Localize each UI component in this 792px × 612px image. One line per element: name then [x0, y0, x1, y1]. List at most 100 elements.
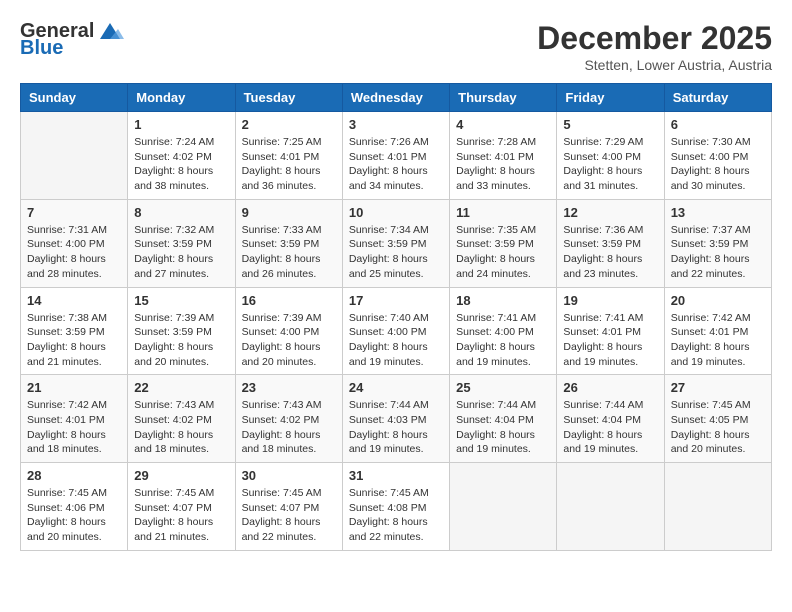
day-info: Sunrise: 7:35 AMSunset: 3:59 PMDaylight:…: [456, 223, 550, 282]
day-info: Sunrise: 7:38 AMSunset: 3:59 PMDaylight:…: [27, 311, 121, 370]
calendar-day-header: Thursday: [450, 84, 557, 112]
day-number: 21: [27, 380, 121, 395]
day-number: 9: [242, 205, 336, 220]
calendar-cell: 5 Sunrise: 7:29 AMSunset: 4:00 PMDaylight…: [557, 112, 664, 200]
day-info: Sunrise: 7:43 AMSunset: 4:02 PMDaylight:…: [242, 398, 336, 457]
day-number: 15: [134, 293, 228, 308]
calendar-cell: 7 Sunrise: 7:31 AMSunset: 4:00 PMDaylight…: [21, 199, 128, 287]
month-title: December 2025: [537, 20, 772, 57]
day-number: 1: [134, 117, 228, 132]
calendar-cell: 4Sunrise: 7:28 AMSunset: 4:01 PMDaylight…: [450, 112, 557, 200]
calendar-day-header: Wednesday: [342, 84, 449, 112]
day-number: 30: [242, 468, 336, 483]
calendar-week-row: 14Sunrise: 7:38 AMSunset: 3:59 PMDayligh…: [21, 287, 772, 375]
calendar-cell: 22Sunrise: 7:43 AMSunset: 4:02 PMDayligh…: [128, 375, 235, 463]
calendar-cell: 19 Sunrise: 7:41 AMSunset: 4:01 PMDayligh…: [557, 287, 664, 375]
calendar-week-row: 28Sunrise: 7:45 AMSunset: 4:06 PMDayligh…: [21, 463, 772, 551]
calendar-cell: 2 Sunrise: 7:25 AMSunset: 4:01 PMDaylight…: [235, 112, 342, 200]
day-info: Sunrise: 7:24 AMSunset: 4:02 PMDaylight:…: [134, 135, 228, 194]
calendar-cell: 28Sunrise: 7:45 AMSunset: 4:06 PMDayligh…: [21, 463, 128, 551]
calendar-cell: [450, 463, 557, 551]
logo-blue-text: Blue: [20, 37, 63, 60]
calendar-cell: 25 Sunrise: 7:44 AMSunset: 4:04 PMDayligh…: [450, 375, 557, 463]
calendar-cell: 11 Sunrise: 7:35 AMSunset: 3:59 PMDayligh…: [450, 199, 557, 287]
day-info: Sunrise: 7:45 AMSunset: 4:05 PMDaylight:…: [671, 398, 765, 457]
calendar-cell: 30 Sunrise: 7:45 AMSunset: 4:07 PMDayligh…: [235, 463, 342, 551]
calendar-week-row: 7 Sunrise: 7:31 AMSunset: 4:00 PMDaylight…: [21, 199, 772, 287]
title-section: December 2025 Stetten, Lower Austria, Au…: [537, 20, 772, 73]
calendar-cell: 6 Sunrise: 7:30 AMSunset: 4:00 PMDaylight…: [664, 112, 771, 200]
calendar-cell: 20 Sunrise: 7:42 AMSunset: 4:01 PMDayligh…: [664, 287, 771, 375]
day-info: Sunrise: 7:32 AMSunset: 3:59 PMDaylight:…: [134, 223, 228, 282]
calendar-day-header: Sunday: [21, 84, 128, 112]
day-info: Sunrise: 7:36 AMSunset: 3:59 PMDaylight:…: [563, 223, 657, 282]
day-number: 27: [671, 380, 765, 395]
logo: General Blue: [20, 20, 124, 60]
day-number: 31: [349, 468, 443, 483]
day-info: Sunrise: 7:45 AMSunset: 4:08 PMDaylight:…: [349, 486, 443, 545]
calendar-cell: 31 Sunrise: 7:45 AMSunset: 4:08 PMDayligh…: [342, 463, 449, 551]
calendar-cell: 12 Sunrise: 7:36 AMSunset: 3:59 PMDayligh…: [557, 199, 664, 287]
calendar-cell: 24 Sunrise: 7:44 AMSunset: 4:03 PMDayligh…: [342, 375, 449, 463]
day-number: 26: [563, 380, 657, 395]
calendar-cell: 10 Sunrise: 7:34 AMSunset: 3:59 PMDayligh…: [342, 199, 449, 287]
calendar-cell: 9 Sunrise: 7:33 AMSunset: 3:59 PMDaylight…: [235, 199, 342, 287]
day-number: 3: [349, 117, 443, 132]
day-number: 28: [27, 468, 121, 483]
calendar-day-header: Monday: [128, 84, 235, 112]
page-header: General Blue December 2025 Stetten, Lowe…: [20, 20, 772, 73]
day-number: 12: [563, 205, 657, 220]
calendar-cell: 1 Sunrise: 7:24 AMSunset: 4:02 PMDaylight…: [128, 112, 235, 200]
day-info: Sunrise: 7:34 AMSunset: 3:59 PMDaylight:…: [349, 223, 443, 282]
location-title: Stetten, Lower Austria, Austria: [537, 57, 772, 73]
day-info: Sunrise: 7:42 AMSunset: 4:01 PMDaylight:…: [671, 311, 765, 370]
calendar-cell: 21 Sunrise: 7:42 AMSunset: 4:01 PMDayligh…: [21, 375, 128, 463]
calendar-body: 1 Sunrise: 7:24 AMSunset: 4:02 PMDaylight…: [21, 112, 772, 551]
day-number: 24: [349, 380, 443, 395]
day-info: Sunrise: 7:40 AMSunset: 4:00 PMDaylight:…: [349, 311, 443, 370]
calendar-cell: 14Sunrise: 7:38 AMSunset: 3:59 PMDayligh…: [21, 287, 128, 375]
calendar-day-header: Saturday: [664, 84, 771, 112]
day-info: Sunrise: 7:30 AMSunset: 4:00 PMDaylight:…: [671, 135, 765, 194]
calendar-cell: 29Sunrise: 7:45 AMSunset: 4:07 PMDayligh…: [128, 463, 235, 551]
calendar-cell: 16Sunrise: 7:39 AMSunset: 4:00 PMDayligh…: [235, 287, 342, 375]
day-number: 10: [349, 205, 443, 220]
calendar-table: SundayMondayTuesdayWednesdayThursdayFrid…: [20, 83, 772, 551]
day-info: Sunrise: 7:39 AMSunset: 4:00 PMDaylight:…: [242, 311, 336, 370]
day-info: Sunrise: 7:41 AMSunset: 4:00 PMDaylight:…: [456, 311, 550, 370]
day-info: Sunrise: 7:25 AMSunset: 4:01 PMDaylight:…: [242, 135, 336, 194]
calendar-cell: 27 Sunrise: 7:45 AMSunset: 4:05 PMDayligh…: [664, 375, 771, 463]
day-info: Sunrise: 7:42 AMSunset: 4:01 PMDaylight:…: [27, 398, 121, 457]
calendar-day-header: Tuesday: [235, 84, 342, 112]
calendar-cell: 3Sunrise: 7:26 AMSunset: 4:01 PMDaylight…: [342, 112, 449, 200]
day-number: 2: [242, 117, 336, 132]
day-number: 18: [456, 293, 550, 308]
day-number: 17: [349, 293, 443, 308]
day-number: 13: [671, 205, 765, 220]
day-info: Sunrise: 7:31 AMSunset: 4:00 PMDaylight:…: [27, 223, 121, 282]
day-info: Sunrise: 7:41 AMSunset: 4:01 PMDaylight:…: [563, 311, 657, 370]
day-number: 8: [134, 205, 228, 220]
calendar-cell: [21, 112, 128, 200]
day-number: 25: [456, 380, 550, 395]
day-number: 5: [563, 117, 657, 132]
calendar-cell: 26 Sunrise: 7:44 AMSunset: 4:04 PMDayligh…: [557, 375, 664, 463]
calendar-cell: 15Sunrise: 7:39 AMSunset: 3:59 PMDayligh…: [128, 287, 235, 375]
day-number: 6: [671, 117, 765, 132]
day-number: 11: [456, 205, 550, 220]
day-info: Sunrise: 7:44 AMSunset: 4:03 PMDaylight:…: [349, 398, 443, 457]
logo-icon: [96, 21, 124, 43]
day-info: Sunrise: 7:28 AMSunset: 4:01 PMDaylight:…: [456, 135, 550, 194]
day-number: 20: [671, 293, 765, 308]
day-number: 7: [27, 205, 121, 220]
day-info: Sunrise: 7:44 AMSunset: 4:04 PMDaylight:…: [563, 398, 657, 457]
day-info: Sunrise: 7:43 AMSunset: 4:02 PMDaylight:…: [134, 398, 228, 457]
day-info: Sunrise: 7:44 AMSunset: 4:04 PMDaylight:…: [456, 398, 550, 457]
calendar-header-row: SundayMondayTuesdayWednesdayThursdayFrid…: [21, 84, 772, 112]
calendar-cell: 8 Sunrise: 7:32 AMSunset: 3:59 PMDaylight…: [128, 199, 235, 287]
day-info: Sunrise: 7:33 AMSunset: 3:59 PMDaylight:…: [242, 223, 336, 282]
day-number: 19: [563, 293, 657, 308]
calendar-cell: 17 Sunrise: 7:40 AMSunset: 4:00 PMDayligh…: [342, 287, 449, 375]
day-info: Sunrise: 7:45 AMSunset: 4:07 PMDaylight:…: [242, 486, 336, 545]
day-info: Sunrise: 7:29 AMSunset: 4:00 PMDaylight:…: [563, 135, 657, 194]
